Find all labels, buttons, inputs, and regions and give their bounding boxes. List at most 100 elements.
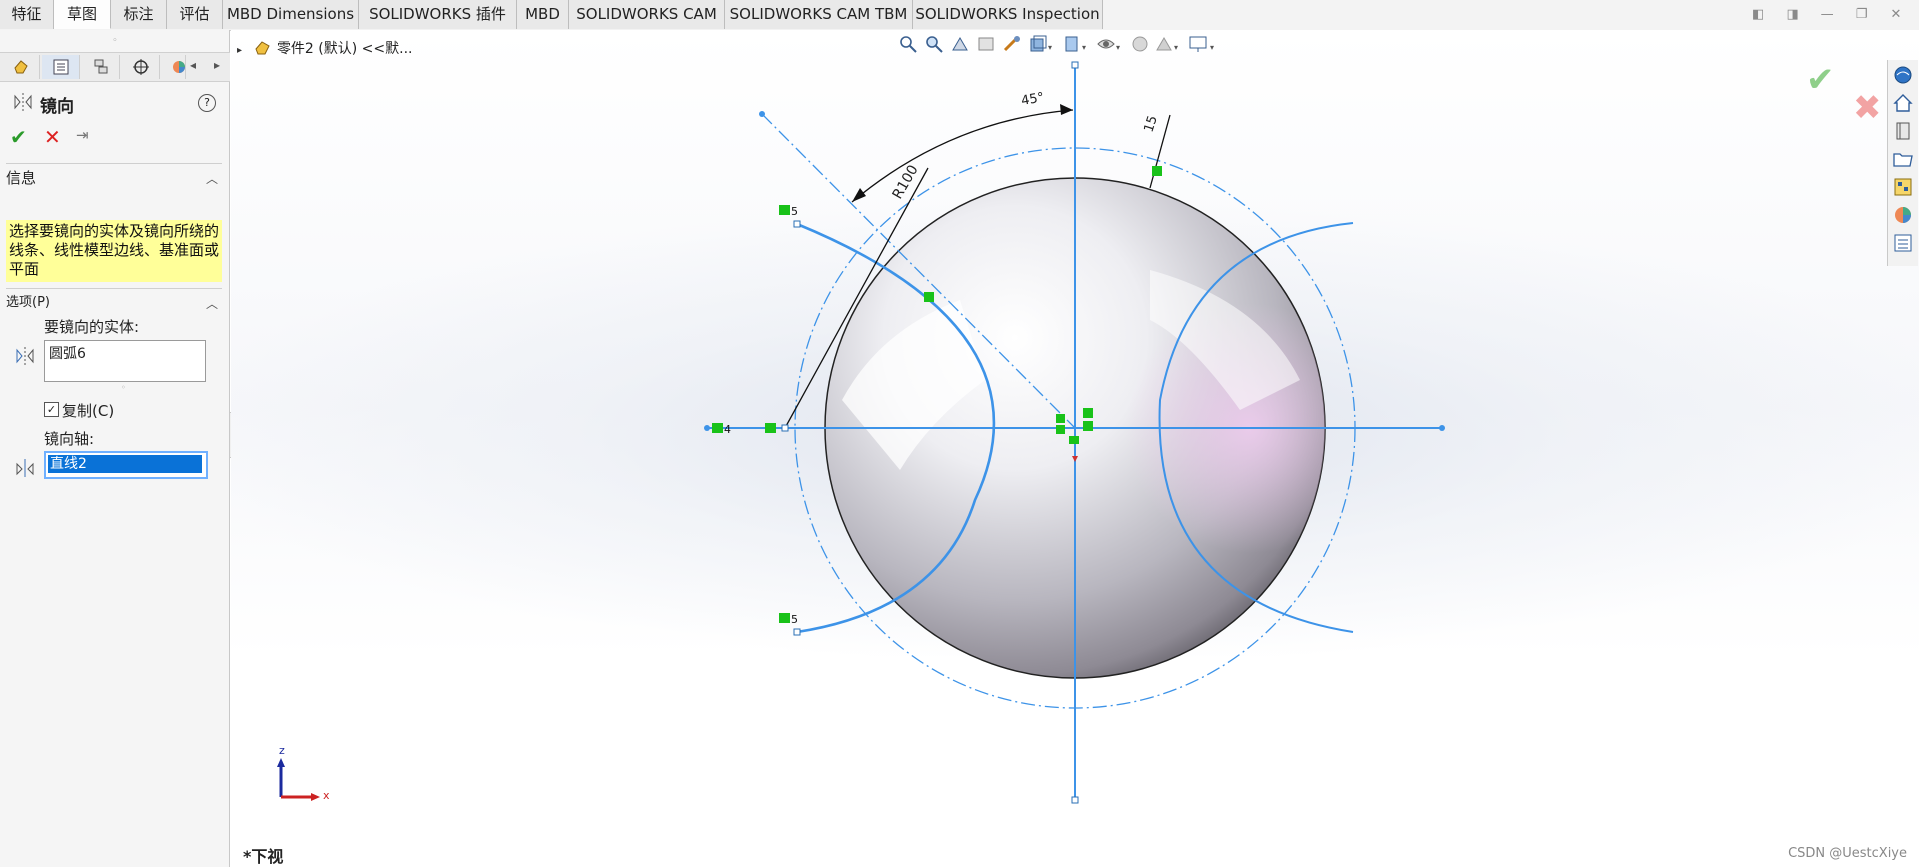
relation-marker[interactable]	[1083, 408, 1093, 418]
mirror-axis-icon	[16, 459, 34, 477]
tab-mbd-dimensions[interactable]: MBD Dimensions	[223, 0, 359, 29]
confirm-cancel-icon[interactable]: ✖	[1853, 88, 1882, 128]
tile-right-icon[interactable]: ◨	[1782, 6, 1804, 24]
tab-mbd[interactable]: MBD	[517, 0, 569, 29]
sketch-canvas[interactable]: R100 45° 15 5 5 4 z x	[231, 30, 1919, 867]
property-manager-panel: ◦ ◂ ▸ 镜向 ? ✔ ✕ ⇥ 信息 ︿ 选择要镜向的实体及镜向所绕的线条、线…	[0, 30, 230, 867]
view-palette-icon[interactable]	[1892, 176, 1914, 198]
entity-item[interactable]: 圆弧6	[49, 346, 86, 362]
angle-arrow-icon	[1060, 104, 1073, 115]
scroll-right-icon[interactable]: ▸	[214, 58, 220, 72]
help-icon[interactable]: ?	[198, 94, 216, 112]
collapse-chevron-icon[interactable]: ︿	[206, 168, 218, 190]
cancel-button[interactable]: ✕	[44, 125, 61, 149]
tab-evaluate[interactable]: 评估	[167, 0, 223, 29]
display-manager-icon	[173, 61, 185, 73]
custom-properties-icon[interactable]	[1892, 232, 1914, 254]
tab-property-manager[interactable]	[42, 55, 80, 79]
centerline-endpoint[interactable]	[759, 111, 765, 117]
info-message: 选择要镜向的实体及镜向所绕的线条、线性模型边线、基准面或平面	[6, 220, 222, 282]
task-pane-tabs	[1887, 60, 1918, 266]
x-arrow-icon	[311, 793, 320, 801]
relation-index: 5	[791, 205, 798, 218]
angle-arrow-icon	[852, 188, 866, 202]
line-endpoint[interactable]	[1439, 425, 1445, 431]
minimize-icon[interactable]: —	[1816, 6, 1838, 24]
options-section-header[interactable]: 选项(P) ︿	[6, 288, 222, 314]
relation-marker[interactable]	[779, 613, 790, 623]
confirm-ok-icon[interactable]: ✔	[1806, 60, 1835, 100]
tab-solidworks-cam[interactable]: SOLIDWORKS CAM	[569, 0, 725, 29]
info-section-title: 信息	[6, 169, 37, 187]
line-endpoint[interactable]	[1071, 796, 1079, 804]
relation-marker[interactable]	[1069, 436, 1079, 444]
configuration-manager-icon	[94, 59, 108, 74]
relation-marker[interactable]	[779, 205, 790, 215]
home-icon[interactable]	[1892, 92, 1914, 114]
tab-markup[interactable]: 标注	[111, 0, 167, 29]
restore-icon[interactable]: ❐	[1851, 6, 1873, 24]
copy-checkbox[interactable]: ✓	[44, 402, 59, 417]
copy-label: 复制(C)	[62, 402, 115, 420]
appearances-icon[interactable]	[1892, 204, 1914, 226]
options-section-title: 选项(P)	[6, 295, 50, 310]
tab-solidworks-cam-tbm[interactable]: SOLIDWORKS CAM TBM	[725, 0, 913, 29]
window-controls: ◧ ◨ — ❐ ✕	[1739, 6, 1907, 26]
ok-button[interactable]: ✔	[10, 125, 27, 149]
line-endpoint[interactable]	[704, 425, 710, 431]
z-arrow-icon	[277, 758, 285, 767]
relation-marker[interactable]	[765, 423, 776, 433]
design-library-icon[interactable]	[1892, 120, 1914, 142]
radius-dimension[interactable]: R100	[890, 162, 922, 202]
tab-feature-manager[interactable]	[2, 55, 40, 79]
x-axis-label: x	[323, 789, 330, 802]
relation-marker[interactable]	[1056, 414, 1065, 423]
dimxpert-icon	[133, 59, 149, 75]
mirror-entities-icon	[16, 347, 34, 365]
mirror-entities-icon	[14, 93, 32, 111]
close-icon[interactable]: ✕	[1885, 6, 1907, 24]
tab-dimxpert-manager[interactable]	[122, 55, 160, 79]
pin-icon[interactable]: ⇥	[76, 126, 89, 144]
relation-marker[interactable]	[924, 292, 934, 302]
panel-grip-icon[interactable]: ◦	[0, 30, 230, 52]
entities-to-mirror-list[interactable]: 圆弧6	[44, 340, 206, 382]
z-axis-label: z	[279, 744, 285, 757]
arc-endpoint[interactable]	[793, 220, 801, 228]
graphics-area[interactable]: ▸ 零件2 (默认) <<默... ▾ ▾ ▾ ▾ ▾ R100 45° 15 …	[231, 30, 1919, 867]
axis-selection[interactable]: 直线2	[48, 455, 202, 473]
angle-dimension[interactable]: 45°	[1020, 90, 1045, 109]
tab-sketch[interactable]: 草图	[54, 0, 111, 29]
radius-endpoint[interactable]	[781, 424, 789, 432]
watermark: CSDN @UestcXiye	[1788, 846, 1907, 861]
tab-display-manager[interactable]	[162, 55, 186, 79]
tab-solidworks-addins[interactable]: SOLIDWORKS 插件	[359, 0, 517, 29]
relation-marker[interactable]	[1056, 425, 1065, 434]
panel-title: 镜向	[40, 97, 74, 117]
scroll-left-icon[interactable]: ◂	[190, 58, 196, 72]
tile-left-icon[interactable]: ◧	[1747, 6, 1769, 24]
list-resize-handle[interactable]: ◦	[121, 383, 126, 392]
arc-endpoint[interactable]	[793, 628, 801, 636]
axis-label: 镜向轴:	[44, 430, 95, 448]
property-manager-icon	[53, 59, 69, 75]
relation-marker[interactable]	[1083, 421, 1093, 431]
file-explorer-icon[interactable]	[1892, 148, 1914, 170]
tab-features[interactable]: 特征	[0, 0, 54, 29]
entities-label: 要镜向的实体:	[44, 318, 140, 336]
line-endpoint[interactable]	[1071, 61, 1079, 69]
collapse-chevron-icon[interactable]: ︿	[206, 293, 218, 315]
tab-configuration-manager[interactable]	[82, 55, 120, 79]
command-manager-tabs: 特征 草图 标注 评估 MBD Dimensions SOLIDWORKS 插件…	[0, 0, 1919, 31]
tab-solidworks-inspection[interactable]: SOLIDWORKS Inspection	[913, 0, 1103, 29]
relation-index: 4	[724, 423, 731, 436]
solidworks-resources-icon[interactable]	[1892, 64, 1914, 86]
relation-index: 5	[791, 613, 798, 626]
mirror-axis-field[interactable]: 直线2	[44, 451, 208, 479]
offset-dimension[interactable]: 15	[1142, 114, 1161, 134]
relation-marker[interactable]	[1152, 166, 1162, 176]
view-name: *下视	[243, 847, 284, 866]
relation-marker[interactable]	[712, 423, 723, 433]
feature-manager-icon	[14, 60, 28, 74]
info-section-header[interactable]: 信息 ︿	[6, 163, 222, 189]
